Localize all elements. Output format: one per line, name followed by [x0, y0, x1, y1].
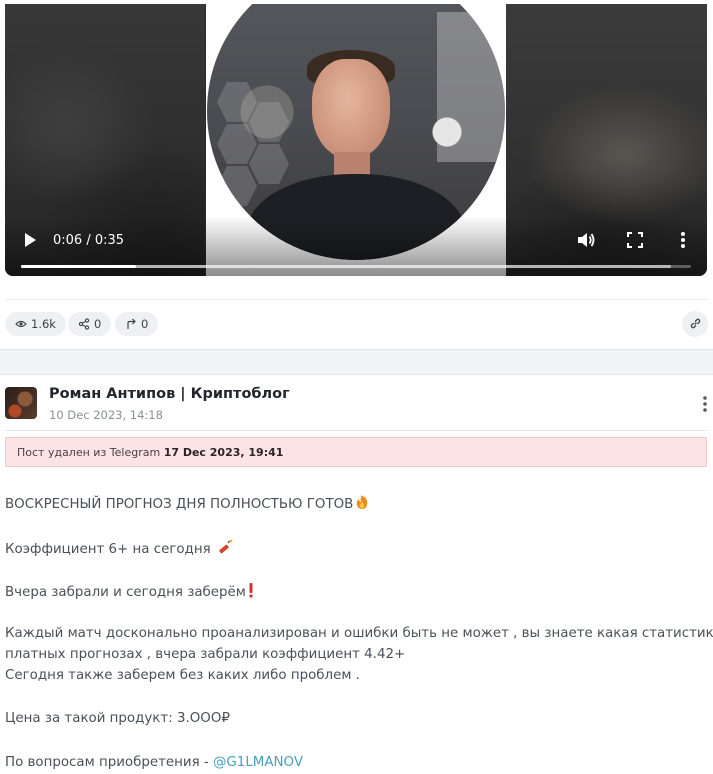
volume-icon[interactable] [576, 230, 596, 250]
post-date: 10 Dec 2023, 14:18 [49, 408, 163, 422]
views-count: 1.6k [31, 317, 56, 331]
post-line: платных прогнозах , вчера забрали коэффи… [5, 647, 406, 662]
video-progress-bar[interactable] [21, 265, 691, 268]
channel-name[interactable]: Роман Антипов | Криптоблог [49, 386, 290, 402]
post-separator [0, 349, 713, 375]
post-line: Коэффициент 6+ на сегодня [5, 539, 233, 559]
deleted-notice-text: Пост удален из Telegram [17, 446, 164, 459]
forwards-badge[interactable]: 0 [115, 312, 159, 336]
post-line-text: ВОСКРЕСНЫЙ ПРОГНОЗ ДНЯ ПОЛНОСТЬЮ ГОТОВ [5, 497, 354, 512]
video-progress-fill [21, 265, 136, 268]
deleted-notice-date: 17 Dec 2023, 19:41 [163, 446, 284, 459]
fullscreen-icon[interactable] [626, 231, 644, 249]
divider [5, 299, 708, 300]
avatar[interactable] [5, 387, 37, 419]
post-menu-icon[interactable] [698, 394, 712, 414]
person-face [312, 59, 390, 159]
post-line: По вопросам приобретения - @G1LMANOV [5, 755, 303, 770]
forward-arrow-icon [125, 318, 137, 330]
post-line: Сегодня также заберем без каких либо про… [5, 668, 360, 683]
forwards-count: 0 [141, 317, 149, 331]
video-controls: 0:06 / 0:35 [5, 216, 707, 276]
video-player[interactable]: 0:06 / 0:35 [5, 4, 707, 276]
fire-icon [355, 494, 369, 514]
views-badge[interactable]: 1.6k [5, 312, 66, 336]
dynamite-icon [217, 539, 233, 559]
post-line: Каждый матч досконально проанализирован … [5, 626, 713, 641]
shares-badge[interactable]: 0 [68, 312, 112, 336]
post-line: Вчера забрали и сегодня заберём [5, 582, 254, 602]
shares-count: 0 [94, 317, 102, 331]
play-icon[interactable] [21, 231, 39, 249]
video-time: 0:06 / 0:35 [53, 233, 125, 248]
exclamation-icon [248, 582, 254, 602]
post-line-text: По вопросам приобретения - [5, 755, 214, 770]
eye-icon [15, 318, 27, 330]
divider [5, 430, 708, 431]
telegram-username-link[interactable]: @G1LMANOV [213, 755, 303, 770]
post-line-text: Вчера забрали и сегодня заберём [5, 585, 246, 600]
post-line: ВОСКРЕСНЫЙ ПРОГНОЗ ДНЯ ПОЛНОСТЬЮ ГОТОВ [5, 494, 369, 514]
share-nodes-icon [78, 318, 90, 330]
copy-link-button[interactable] [682, 311, 708, 337]
video-more-icon[interactable] [675, 230, 691, 250]
deleted-notice: Пост удален из Telegram 17 Dec 2023, 19:… [5, 437, 707, 467]
post-line-text: Коэффициент 6+ на сегодня [5, 542, 215, 557]
post-line: Цена за такой продукт: 3.ООО₽ [5, 711, 230, 726]
link-icon [689, 315, 702, 334]
